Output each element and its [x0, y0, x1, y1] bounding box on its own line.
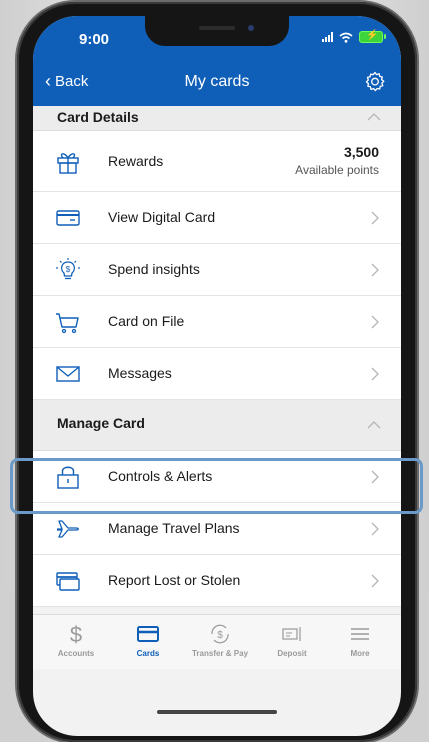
chevron-right-icon — [371, 574, 379, 588]
shopping-cart-icon — [56, 313, 79, 334]
battery-icon: ⚡ — [359, 30, 386, 43]
row-label: Report Lost or Stolen — [108, 572, 241, 588]
row-label: Manage Travel Plans — [108, 520, 240, 536]
tab-bar: $ Accounts Cards $ Transfer & Pay Deposi… — [33, 614, 401, 669]
row-report-lost-stolen[interactable]: Report Lost or Stolen — [33, 555, 401, 607]
svg-text:$: $ — [66, 265, 71, 274]
dollar-icon: $ — [70, 623, 82, 645]
chevron-right-icon — [371, 522, 379, 536]
check-deposit-icon — [282, 627, 301, 641]
chevron-up-icon — [367, 113, 381, 121]
chevron-up-icon — [367, 421, 381, 429]
phone-screen: 9:00 ⚡ ‹ Back My cards Card Details Rewa… — [33, 16, 401, 736]
page-title: My cards — [184, 73, 250, 90]
chevron-right-icon — [371, 367, 379, 381]
content-list: Card Details Rewards 3,500 Available poi… — [33, 106, 401, 614]
wifi-icon — [339, 32, 353, 43]
tab-more[interactable]: More — [325, 623, 395, 658]
row-controls-alerts[interactable]: Controls & Alerts — [33, 451, 401, 503]
row-card-on-file[interactable]: Card on File — [33, 296, 401, 348]
tab-label: More — [350, 649, 370, 658]
tab-cards[interactable]: Cards — [113, 623, 183, 658]
row-label: Card on File — [108, 313, 185, 329]
tab-accounts[interactable]: $ Accounts — [41, 623, 111, 658]
envelope-icon — [56, 366, 80, 382]
status-icons: ⚡ — [322, 30, 386, 43]
phone-frame: 9:00 ⚡ ‹ Back My cards Card Details Rewa… — [17, 2, 417, 742]
row-spend-insights[interactable]: $ Spend insights — [33, 244, 401, 296]
gift-icon — [57, 153, 79, 174]
row-rewards[interactable]: Rewards 3,500 Available points — [33, 131, 401, 192]
tab-label: Deposit — [277, 649, 307, 658]
notch — [145, 16, 289, 46]
row-label: Rewards — [108, 153, 164, 169]
points-value: 3,500 — [343, 144, 379, 160]
chevron-right-icon — [371, 315, 379, 329]
tab-label: Transfer & Pay — [191, 649, 249, 658]
chevron-right-icon — [371, 211, 379, 225]
nav-bar: ‹ Back My cards — [33, 58, 401, 106]
card-report-icon — [56, 572, 80, 591]
chevron-right-icon — [371, 470, 379, 484]
lock-icon — [57, 466, 79, 489]
camera-dot — [248, 25, 254, 31]
signal-icon — [322, 32, 333, 42]
tab-label: Accounts — [57, 649, 95, 658]
row-manage-travel-plans[interactable]: Manage Travel Plans — [33, 503, 401, 555]
credit-card-icon — [137, 626, 159, 642]
status-bar: 9:00 ⚡ — [33, 16, 401, 58]
home-indicator[interactable] — [157, 710, 277, 714]
row-messages[interactable]: Messages — [33, 348, 401, 400]
tab-deposit[interactable]: Deposit — [257, 623, 327, 658]
row-label: Spend insights — [108, 261, 200, 277]
section-title: Card Details — [57, 109, 139, 125]
credit-card-icon — [56, 210, 80, 226]
speaker — [199, 26, 235, 30]
tab-transfer-pay[interactable]: $ Transfer & Pay — [185, 623, 255, 658]
row-label: Controls & Alerts — [108, 468, 213, 484]
gear-icon[interactable] — [363, 70, 387, 94]
tab-label: Cards — [136, 649, 160, 658]
lightbulb-dollar-icon: $ — [56, 258, 80, 280]
row-label: View Digital Card — [108, 209, 216, 225]
section-card-details[interactable]: Card Details — [33, 106, 401, 131]
chevron-right-icon — [371, 263, 379, 277]
transfer-dollar-icon: $ — [211, 624, 229, 644]
section-title: Manage Card — [57, 415, 145, 431]
airplane-icon — [57, 520, 79, 538]
menu-icon — [351, 628, 369, 640]
row-view-digital-card[interactable]: View Digital Card — [33, 192, 401, 244]
svg-text:$: $ — [217, 630, 223, 641]
section-manage-card[interactable]: Manage Card — [33, 400, 401, 451]
status-time: 9:00 — [79, 31, 110, 48]
row-label: Messages — [108, 365, 172, 381]
rewards-points: 3,500 Available points — [295, 144, 379, 177]
svg-text:$: $ — [70, 623, 82, 645]
points-caption: Available points — [295, 163, 379, 177]
